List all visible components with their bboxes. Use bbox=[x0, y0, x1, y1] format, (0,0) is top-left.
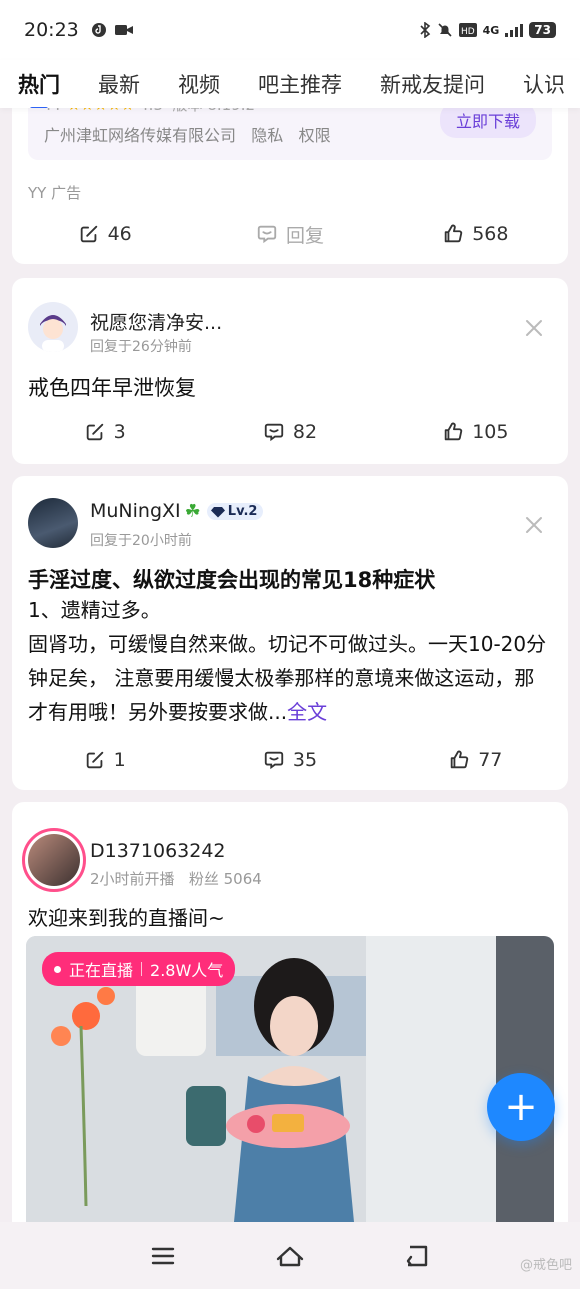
post-meta: 回复于26分钟前 bbox=[90, 339, 192, 355]
post-card[interactable]: 祝愿您清净安... 回复于26分钟前 戒色四年早泄恢复 3 82 105 bbox=[12, 278, 568, 464]
close-icon[interactable] bbox=[524, 515, 544, 535]
post-title[interactable]: 手淫过度、纵欲过度会出现的常见18种症状 bbox=[28, 564, 435, 594]
live-popularity: 2.8W人气 bbox=[150, 961, 224, 980]
system-nav-bar bbox=[0, 1222, 580, 1289]
tab-hot[interactable]: 热门 bbox=[18, 69, 60, 108]
comment-button[interactable]: 82 bbox=[197, 417, 382, 447]
share-icon bbox=[80, 225, 97, 243]
live-badge: 正在直播 2.8W人气 bbox=[42, 952, 236, 986]
tab-knowledge[interactable]: 认识 bbox=[523, 69, 565, 99]
menu-icon[interactable] bbox=[148, 1241, 178, 1271]
like-count: 105 bbox=[472, 421, 509, 443]
status-bar: 20:23 HD 4G 73 bbox=[0, 0, 580, 60]
category-tabs: 热门 最新 视频 吧主推荐 新戒友提问 认识 bbox=[0, 60, 580, 108]
post-actions: 3 82 105 bbox=[12, 417, 568, 447]
network-type: 4G bbox=[482, 23, 500, 37]
post-body[interactable]: 1、遗精过多。 固肾功，可缓慢自然来做。切记不可做过头。一天10-20分钟足矣，… bbox=[28, 593, 552, 729]
tab-video[interactable]: 视频 bbox=[178, 69, 220, 99]
live-stream-thumbnail[interactable]: 正在直播 2.8W人气 bbox=[26, 936, 554, 1222]
like-button[interactable]: 105 bbox=[383, 417, 568, 447]
tab-newcomer-questions[interactable]: 新戒友提问 bbox=[380, 69, 485, 99]
status-time: 20:23 bbox=[24, 19, 79, 41]
ad-label: YY 广告 bbox=[28, 184, 82, 202]
share-icon bbox=[86, 751, 103, 769]
thumbs-up-icon bbox=[450, 750, 469, 769]
video-camera-icon bbox=[114, 25, 133, 35]
bluetooth-icon bbox=[420, 22, 430, 38]
live-card[interactable]: D1371063242 2小时前开播 粉丝 5064 欢迎来到我的直播间~ 正在… bbox=[12, 802, 568, 1222]
share-button[interactable]: 1 bbox=[12, 745, 197, 775]
comment-icon bbox=[257, 225, 277, 244]
level-text: Lv.2 bbox=[227, 504, 258, 519]
home-icon[interactable] bbox=[275, 1241, 305, 1271]
post-author-row: MuNingXI ☘ Lv.2 bbox=[90, 500, 264, 522]
reply-label: 回复 bbox=[285, 224, 324, 247]
share-count: 46 bbox=[107, 223, 132, 245]
create-post-button[interactable]: + bbox=[487, 1073, 555, 1141]
like-button[interactable]: 77 bbox=[383, 745, 568, 775]
comment-icon bbox=[264, 423, 284, 442]
mute-bell-icon bbox=[438, 23, 452, 37]
ad-privacy-link[interactable]: 隐私 bbox=[251, 126, 283, 145]
thumbs-up-icon bbox=[444, 224, 463, 243]
like-count: 568 bbox=[472, 223, 509, 245]
level-badge: Lv.2 bbox=[206, 503, 264, 520]
share-button[interactable]: 3 bbox=[12, 417, 197, 447]
comment-count: 35 bbox=[292, 749, 318, 771]
live-dot-icon bbox=[54, 965, 61, 973]
share-count: 3 bbox=[113, 421, 126, 443]
share-count: 1 bbox=[113, 749, 126, 771]
clover-icon: ☘ bbox=[184, 501, 201, 522]
thumbs-up-icon bbox=[444, 422, 463, 441]
post-title[interactable]: 戒色四年早泄恢复 bbox=[28, 372, 196, 402]
ad-actions: 46 回复 568 bbox=[12, 219, 568, 249]
live-author[interactable]: D1371063242 bbox=[90, 840, 226, 862]
signal-icon bbox=[505, 24, 524, 37]
comment-icon bbox=[264, 751, 284, 770]
ad-company: 广州津虹网络传媒有限公司 bbox=[44, 126, 237, 145]
watermark: @戒色吧 bbox=[519, 1258, 572, 1273]
share-icon bbox=[86, 423, 103, 441]
comment-count: 82 bbox=[292, 421, 318, 443]
hd-icon: HD bbox=[458, 23, 477, 37]
post-card[interactable]: MuNingXI ☘ Lv.2 回复于20小时前 手淫过度、纵欲过度会出现的常见18… bbox=[12, 476, 568, 790]
close-icon[interactable] bbox=[524, 318, 544, 338]
comment-button[interactable]: 35 bbox=[197, 745, 382, 775]
tab-latest[interactable]: 最新 bbox=[98, 69, 140, 99]
avatar[interactable] bbox=[28, 302, 78, 352]
cartoon-avatar-icon bbox=[28, 302, 78, 352]
live-meta: 2小时前开播 粉丝 5064 bbox=[90, 870, 262, 888]
ad-card[interactable]: YY ★★★★★ 4.3 版本 8.19.2 广州津虹网络传媒有限公司 隐私 权… bbox=[12, 92, 568, 264]
avatar[interactable] bbox=[28, 498, 78, 548]
tab-moderator-picks[interactable]: 吧主推荐 bbox=[258, 69, 342, 99]
like-button[interactable]: 568 bbox=[383, 219, 568, 249]
diamond-icon bbox=[210, 506, 225, 517]
live-status: 正在直播 bbox=[69, 961, 134, 980]
svg-text:HD: HD bbox=[461, 27, 475, 37]
reply-button[interactable]: 回复 bbox=[197, 219, 382, 249]
share-button[interactable]: 46 bbox=[12, 219, 197, 249]
post-author[interactable]: MuNingXI bbox=[90, 500, 181, 522]
like-count: 77 bbox=[478, 749, 503, 771]
post-author[interactable]: 祝愿您清净安... bbox=[90, 308, 222, 335]
battery-level: 73 bbox=[529, 22, 556, 38]
tiktok-notification-icon bbox=[91, 23, 106, 37]
live-avatar[interactable] bbox=[22, 828, 86, 892]
back-icon[interactable] bbox=[402, 1241, 432, 1271]
live-caption: 欢迎来到我的直播间~ bbox=[28, 906, 225, 930]
read-more-link[interactable]: 全文 bbox=[287, 700, 327, 724]
ad-company-row: 广州津虹网络传媒有限公司 隐私 权限 bbox=[44, 122, 331, 146]
post-meta: 回复于20小时前 bbox=[90, 533, 192, 549]
ad-permission-link[interactable]: 权限 bbox=[299, 126, 331, 145]
post-actions: 1 35 77 bbox=[12, 745, 568, 775]
